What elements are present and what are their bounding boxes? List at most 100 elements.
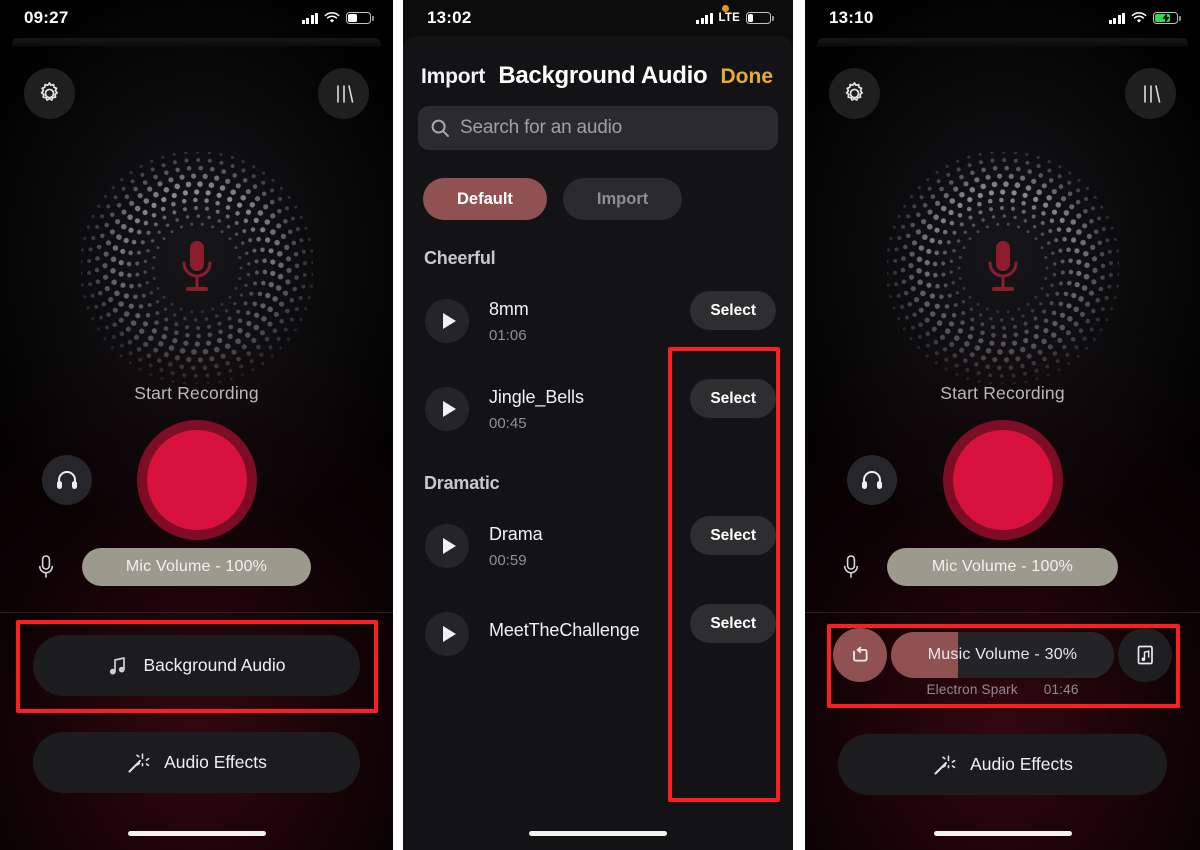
track-row[interactable]: 8mm 01:06 Select bbox=[403, 269, 793, 357]
equalizer-bars-icon bbox=[1143, 84, 1160, 103]
divider bbox=[0, 612, 393, 613]
audio-effects-button[interactable]: Audio Effects bbox=[33, 732, 360, 793]
wifi-icon bbox=[324, 12, 340, 23]
record-button[interactable] bbox=[146, 430, 247, 530]
segment-import[interactable]: Import bbox=[562, 178, 683, 220]
track-row[interactable]: MeetTheChallenge Select bbox=[403, 582, 793, 670]
music-track-name: Electron Spark bbox=[926, 682, 1018, 697]
microphone-graphic-icon bbox=[175, 237, 219, 299]
headphones-icon bbox=[57, 471, 77, 489]
segment-default[interactable]: Default bbox=[423, 178, 547, 220]
divider bbox=[805, 612, 1200, 613]
audio-bars-button[interactable] bbox=[318, 68, 369, 119]
track-meta: MeetTheChallenge bbox=[489, 620, 640, 648]
status-bar-panel2: 13:02 LTE bbox=[403, 0, 793, 36]
search-input[interactable]: Search for an audio bbox=[418, 106, 778, 150]
phone-panel-recorder-with-music: 13:10 Start Recording Mic Volume - 100% … bbox=[805, 0, 1200, 850]
audio-bars-button[interactable] bbox=[1125, 68, 1176, 119]
mic-volume-slider-panel1[interactable]: Mic Volume - 100% bbox=[82, 548, 311, 586]
music-volume-label: Music Volume - 30% bbox=[927, 646, 1078, 663]
recorder-background bbox=[0, 0, 393, 850]
wifi-icon bbox=[1131, 12, 1147, 23]
track-meta: 8mm 01:06 bbox=[489, 299, 529, 344]
play-button[interactable] bbox=[425, 299, 469, 343]
audio-effects-label: Audio Effects bbox=[164, 752, 267, 772]
search-placeholder: Search for an audio bbox=[460, 117, 623, 138]
headphones-monitor-button[interactable] bbox=[42, 455, 92, 505]
music-volume-slider[interactable]: Music Volume - 30% bbox=[891, 632, 1114, 678]
music-note-card-icon bbox=[1137, 645, 1153, 665]
done-button[interactable]: Done bbox=[721, 65, 774, 89]
start-recording-label: Start Recording bbox=[134, 383, 259, 403]
headphones-icon bbox=[862, 471, 882, 489]
play-icon bbox=[442, 626, 456, 642]
halftone-halo-visualizer bbox=[80, 152, 313, 384]
section-title-cheerful: Cheerful bbox=[424, 248, 496, 268]
track-name: Jingle_Bells bbox=[489, 386, 584, 407]
recorder-background bbox=[805, 0, 1200, 850]
track-row[interactable]: Drama 00:59 Select bbox=[403, 494, 793, 582]
cellular-signal-icon bbox=[301, 12, 318, 24]
panel-divider-2 bbox=[793, 0, 805, 850]
equalizer-bars-icon bbox=[336, 84, 353, 103]
track-duration: 01:06 bbox=[489, 326, 527, 344]
halftone-halo-visualizer bbox=[886, 152, 1119, 384]
play-icon bbox=[442, 401, 456, 417]
change-music-button[interactable] bbox=[1118, 628, 1172, 682]
cellular-signal-icon bbox=[1108, 12, 1125, 24]
track-name: Drama bbox=[489, 523, 543, 544]
play-icon bbox=[442, 313, 456, 329]
magic-wand-icon bbox=[934, 754, 956, 774]
sheet-header: Import Background Audio Done bbox=[403, 36, 793, 90]
track-meta: Drama 00:59 bbox=[489, 524, 543, 569]
gear-icon bbox=[40, 82, 58, 101]
select-button[interactable]: Select bbox=[690, 379, 776, 418]
select-button[interactable]: Select bbox=[690, 604, 776, 643]
carrier-label: LTE bbox=[718, 12, 740, 24]
recording-indicator-dot bbox=[722, 5, 729, 12]
magic-wand-icon bbox=[128, 752, 150, 772]
music-note-icon bbox=[110, 656, 126, 674]
home-indicator bbox=[529, 831, 667, 836]
select-button[interactable]: Select bbox=[690, 516, 776, 555]
status-bar-panel1: 09:27 bbox=[0, 0, 393, 36]
status-bar-panel3: 13:10 bbox=[805, 0, 1200, 36]
battery-icon bbox=[746, 12, 774, 24]
track-name: MeetTheChallenge bbox=[489, 620, 640, 640]
mic-volume-label: Mic Volume - 100% bbox=[125, 558, 268, 575]
cellular-signal-icon bbox=[696, 12, 713, 24]
phone-panel-recorder-idle: 09:27 Start Recording Mic Volume - 100% … bbox=[0, 0, 393, 850]
screenshot-root: 09:27 Start Recording Mic Volume - 100% … bbox=[0, 0, 1200, 850]
mic-volume-slider-panel3[interactable]: Mic Volume - 100% bbox=[887, 548, 1118, 586]
loop-toggle-button[interactable] bbox=[833, 628, 887, 682]
settings-button[interactable] bbox=[829, 68, 880, 119]
sheet-title: Background Audio bbox=[498, 62, 708, 89]
mic-volume-icon-button[interactable] bbox=[33, 550, 59, 584]
status-clock: 09:27 bbox=[24, 8, 69, 27]
section-title-dramatic: Dramatic bbox=[424, 473, 500, 493]
music-volume-row: Music Volume - 30% Electron Spark 01:46 bbox=[833, 628, 1172, 702]
settings-button[interactable] bbox=[24, 68, 75, 119]
track-row[interactable]: Jingle_Bells 00:45 Select bbox=[403, 357, 793, 445]
microphone-icon bbox=[844, 555, 858, 578]
gear-icon bbox=[845, 82, 863, 101]
play-button[interactable] bbox=[425, 387, 469, 431]
background-audio-button[interactable]: Background Audio bbox=[33, 635, 360, 696]
source-segmented-control: Default Import bbox=[403, 150, 793, 220]
mic-volume-icon-button[interactable] bbox=[838, 550, 864, 584]
headphones-monitor-button[interactable] bbox=[847, 455, 897, 505]
music-track-meta: Electron Spark 01:46 bbox=[833, 682, 1172, 697]
panel-divider-1 bbox=[393, 0, 403, 850]
play-button[interactable] bbox=[425, 612, 469, 656]
record-button[interactable] bbox=[952, 430, 1053, 530]
mic-volume-label: Mic Volume - 100% bbox=[931, 558, 1074, 575]
import-action[interactable]: Import bbox=[421, 65, 485, 89]
import-sheet: Import Background Audio Done Search for … bbox=[403, 36, 793, 850]
sheet-lip-decoration bbox=[12, 38, 381, 47]
select-button[interactable]: Select bbox=[690, 291, 776, 330]
status-indicators bbox=[301, 12, 374, 24]
home-indicator bbox=[127, 831, 266, 836]
battery-charging-icon bbox=[1153, 12, 1181, 24]
play-button[interactable] bbox=[425, 524, 469, 568]
audio-effects-button[interactable]: Audio Effects bbox=[838, 734, 1167, 795]
